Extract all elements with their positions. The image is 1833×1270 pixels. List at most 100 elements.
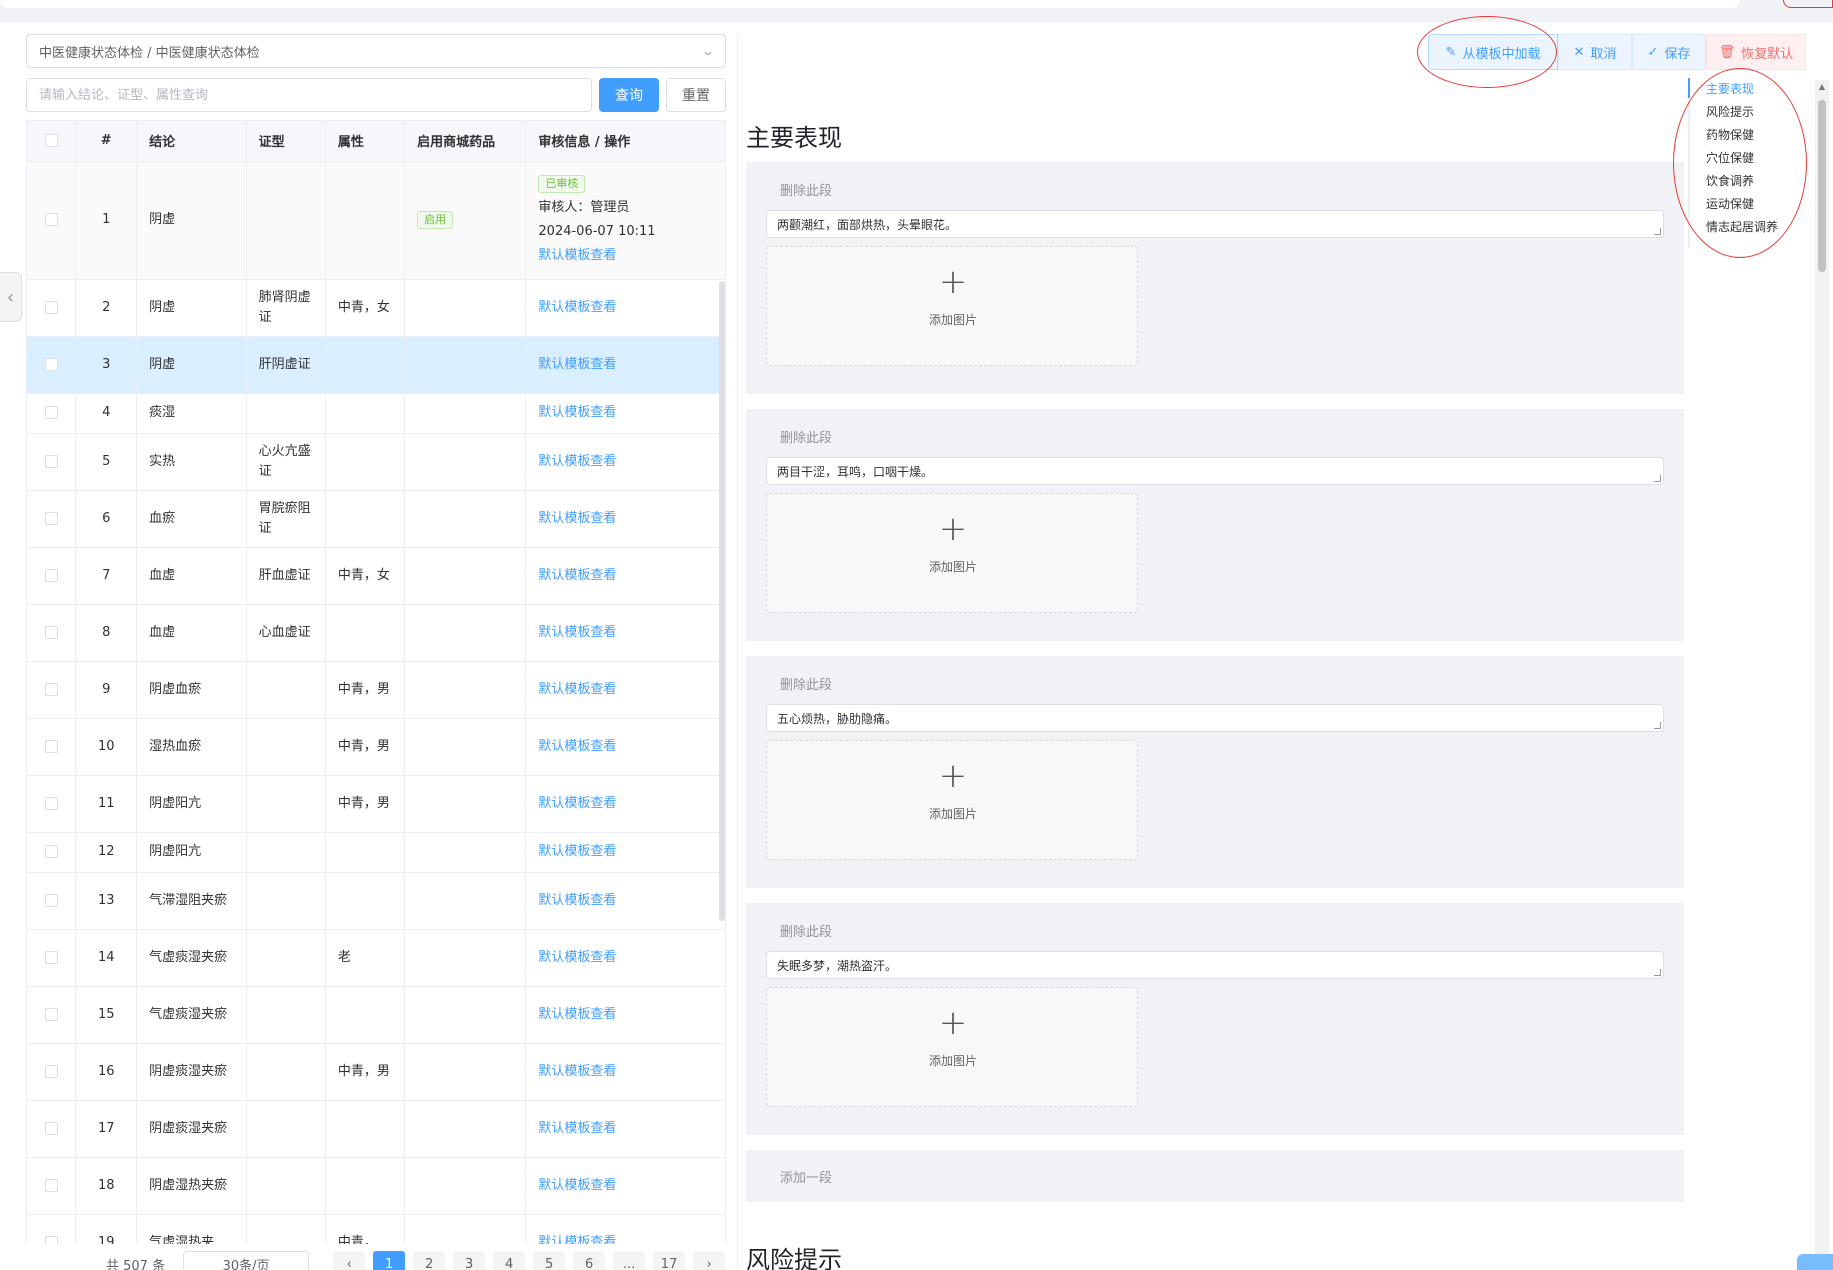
row-checkbox[interactable] — [27, 1043, 77, 1101]
row-checkbox[interactable] — [27, 279, 77, 337]
row-checkbox[interactable] — [27, 161, 77, 280]
page-2-button[interactable]: 2 — [413, 1251, 446, 1270]
paragraph-textarea[interactable]: 五心烦热，胁肋隐痛。 — [766, 704, 1664, 732]
add-image-uploader[interactable]: + 添加图片 — [766, 246, 1138, 366]
view-default-template-link[interactable]: 默认模板查看 — [525, 547, 725, 605]
paragraph-textarea[interactable]: 两颧潮红，面部烘热，头晕眼花。 — [766, 210, 1664, 238]
row-checkbox[interactable] — [27, 832, 77, 873]
page-5-button[interactable]: 5 — [533, 1251, 566, 1270]
page-scrollbar[interactable]: ▲ — [1815, 80, 1829, 1270]
view-default-template-link[interactable]: 默认模板查看 — [525, 775, 725, 833]
view-default-template-link[interactable]: 默认模板查看 — [525, 336, 725, 394]
view-default-template-link[interactable]: 默认模板查看 — [525, 604, 725, 662]
add-image-uploader[interactable]: + 添加图片 — [766, 493, 1138, 613]
reset-button[interactable]: 重置 — [666, 78, 726, 112]
table-row[interactable]: 4 痰湿 默认模板查看 — [27, 393, 725, 434]
row-checkbox[interactable] — [27, 393, 77, 434]
table-row[interactable]: 15 气虚痰湿夹瘀 默认模板查看 — [27, 986, 725, 1044]
row-checkbox[interactable] — [27, 986, 77, 1044]
anchor-risk[interactable]: 风险提示 — [1706, 103, 1754, 120]
table-row[interactable]: 8 血虚 心血虚证 默认模板查看 — [27, 604, 725, 662]
table-row[interactable]: 7 血虚 肝血虚证 中青，女 默认模板查看 — [27, 547, 725, 605]
anchor-diet[interactable]: 饮食调养 — [1706, 172, 1754, 189]
page-6-button[interactable]: 6 — [573, 1251, 606, 1270]
row-checkbox[interactable] — [27, 433, 77, 491]
load-from-template-button[interactable]: ✎ 从模板中加载 — [1428, 34, 1558, 70]
paragraph-textarea[interactable]: 失眠多梦，潮热盗汗。 — [766, 951, 1664, 979]
add-segment-button[interactable]: 添加一段 — [746, 1150, 1684, 1202]
page-size-select[interactable]: 30条/页 — [183, 1251, 310, 1270]
page-17-button[interactable]: 17 — [653, 1251, 686, 1270]
row-checkbox[interactable] — [27, 1100, 77, 1158]
table-row[interactable]: 16 阴虚痰湿夹瘀 中青，男 默认模板查看 — [27, 1043, 725, 1101]
save-button[interactable]: ✓ 保存 — [1632, 34, 1706, 70]
delete-paragraph-button[interactable]: 删除此段 — [780, 674, 832, 693]
row-checkbox[interactable] — [27, 547, 77, 605]
anchor-main[interactable]: 主要表现 — [1706, 80, 1754, 97]
restore-default-button[interactable]: 🗑 恢复默认 — [1706, 34, 1806, 70]
prev-page-button[interactable]: ‹ — [333, 1251, 366, 1270]
table-row[interactable]: 17 阴虚痰湿夹瘀 默认模板查看 — [27, 1100, 725, 1158]
table-row[interactable]: 9 阴虚血瘀 中青，男 默认模板查看 — [27, 661, 725, 719]
row-checkbox[interactable] — [27, 661, 77, 719]
anchor-exercise[interactable]: 运动保健 — [1706, 195, 1754, 212]
view-default-template-link[interactable]: 默认模板查看 — [525, 1100, 725, 1158]
collapse-sidebar-button[interactable]: ‹ — [0, 272, 22, 322]
scroll-up-icon[interactable]: ▲ — [1815, 82, 1829, 91]
view-default-template-link[interactable]: 默认模板查看 — [525, 718, 725, 776]
view-default-template-link[interactable]: 默认模板查看 — [525, 393, 725, 434]
view-default-template-link[interactable]: 默认模板查看 — [525, 986, 725, 1044]
table-row[interactable]: 18 阴虚湿热夹瘀 默认模板查看 — [27, 1157, 725, 1215]
delete-paragraph-button[interactable]: 删除此段 — [780, 427, 832, 446]
delete-paragraph-button[interactable]: 删除此段 — [780, 180, 832, 199]
back-to-top-button[interactable] — [1797, 1254, 1833, 1270]
anchor-acupoint-care[interactable]: 穴位保健 — [1706, 149, 1754, 166]
row-checkbox[interactable] — [27, 872, 77, 930]
anchor-emotion-lifestyle[interactable]: 情志起居调养 — [1706, 218, 1778, 235]
view-default-template-link[interactable]: 默认模板查看 — [525, 1214, 725, 1244]
query-button[interactable]: 查询 — [599, 78, 659, 112]
cancel-button[interactable]: ✕ 取消 — [1558, 34, 1632, 70]
table-row[interactable]: 12 阴虚阳亢 默认模板查看 — [27, 832, 725, 873]
view-default-template-link[interactable]: 默认模板查看 — [525, 279, 725, 337]
table-row[interactable]: 2 阴虚 肺肾阴虚证 中青，女 默认模板查看 — [27, 279, 725, 337]
add-image-uploader[interactable]: + 添加图片 — [766, 987, 1138, 1107]
view-default-template-link[interactable]: 默认模板查看 — [525, 1043, 725, 1101]
row-checkbox[interactable] — [27, 1214, 77, 1244]
page-3-button[interactable]: 3 — [453, 1251, 486, 1270]
row-checkbox[interactable] — [27, 1157, 77, 1215]
view-default-template-link[interactable]: 默认模板查看 — [525, 661, 725, 719]
resize-grip-icon[interactable] — [1654, 969, 1661, 976]
table-scrollbar[interactable] — [719, 281, 725, 921]
delete-paragraph-button[interactable]: 删除此段 — [780, 921, 832, 940]
row-checkbox[interactable] — [27, 490, 77, 548]
resize-grip-icon[interactable] — [1654, 722, 1661, 729]
search-input[interactable] — [26, 78, 592, 112]
view-default-template-link[interactable]: 默认模板查看 — [525, 872, 725, 930]
view-default-template-link[interactable]: 默认模板查看 — [525, 929, 725, 987]
table-row[interactable]: 14 气虚痰湿夹瘀 老 默认模板查看 — [27, 929, 725, 987]
anchor-drug-care[interactable]: 药物保健 — [1706, 126, 1754, 143]
add-image-uploader[interactable]: + 添加图片 — [766, 740, 1138, 860]
resize-grip-icon[interactable] — [1654, 475, 1661, 482]
resize-grip-icon[interactable] — [1654, 228, 1661, 235]
table-row[interactable]: 11 阴虚阳亢 中青，男 默认模板查看 — [27, 775, 725, 833]
table-row[interactable]: 19 气虚湿热夹 中青， 默认模板查看 — [27, 1214, 725, 1244]
page-1-button[interactable]: 1 — [373, 1251, 406, 1270]
view-default-template-link[interactable]: 默认模板查看 — [525, 490, 725, 548]
view-default-template-link[interactable]: 默认模板查看 — [525, 433, 725, 491]
table-row[interactable]: 13 气滞湿阻夹瘀 默认模板查看 — [27, 872, 725, 930]
table-row[interactable]: 5 实热 心火亢盛证 默认模板查看 — [27, 433, 725, 491]
next-page-button[interactable]: › — [693, 1251, 726, 1270]
more-pages-button[interactable]: ... — [613, 1251, 646, 1270]
select-all-checkbox[interactable] — [27, 121, 77, 162]
page-scrollbar-thumb[interactable] — [1818, 100, 1826, 272]
category-cascader[interactable]: 中医健康状态体检 / 中医健康状态体检 ⌄ — [26, 34, 726, 68]
row-checkbox[interactable] — [27, 604, 77, 662]
table-row[interactable]: 10 湿热血瘀 中青，男 默认模板查看 — [27, 718, 725, 776]
table-row[interactable]: 6 血瘀 胃脘瘀阻证 默认模板查看 — [27, 490, 725, 548]
table-row[interactable]: 3 阴虚 肝阴虚证 默认模板查看 — [27, 336, 725, 394]
row-checkbox[interactable] — [27, 775, 77, 833]
view-default-template-link[interactable]: 默认模板查看 — [538, 244, 714, 268]
row-checkbox[interactable] — [27, 336, 77, 394]
